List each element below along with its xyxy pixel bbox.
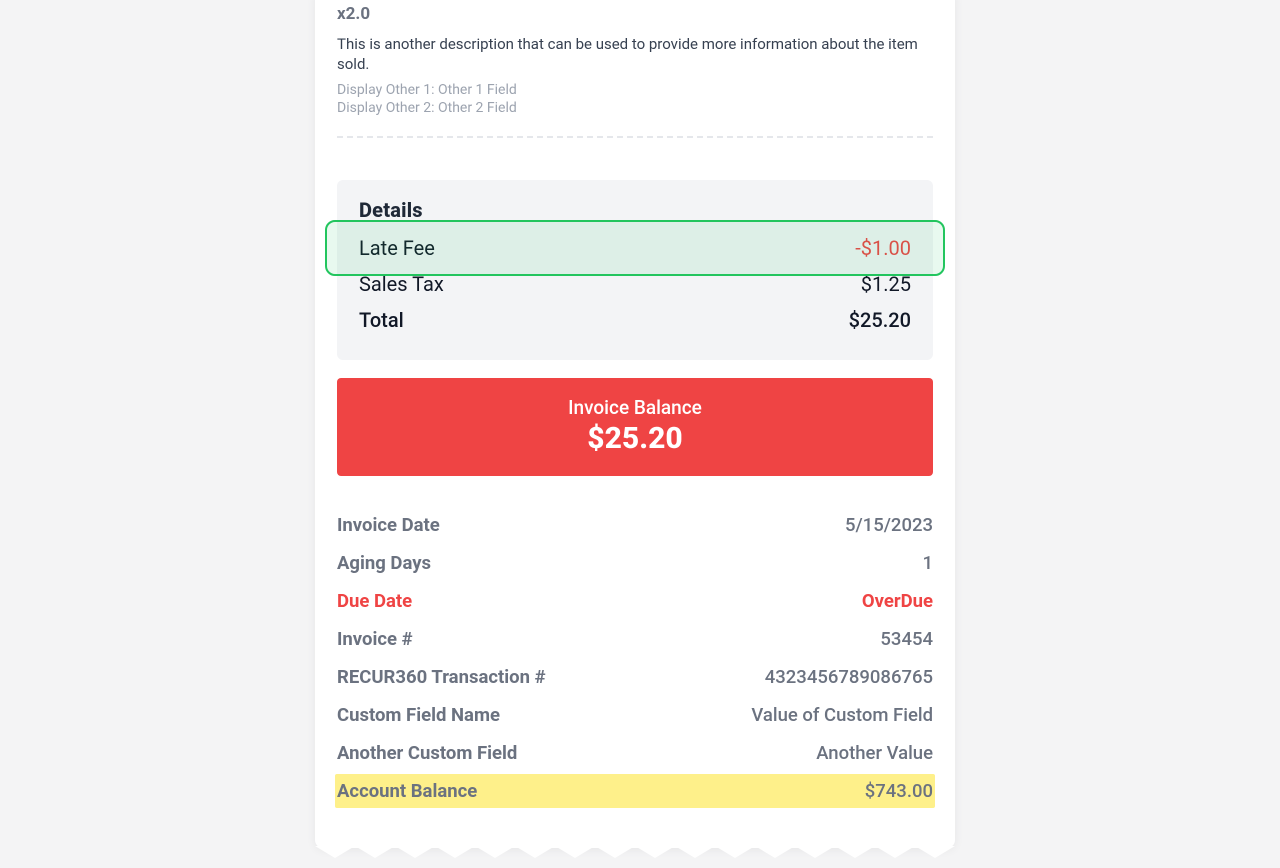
custom-field-1-value: Value of Custom Field	[751, 704, 933, 726]
item-section: x2.0 This is another description that ca…	[315, 4, 955, 138]
divider-dashed	[337, 136, 933, 138]
sales-tax-label: Sales Tax	[359, 272, 444, 296]
custom-field-2-label: Another Custom Field	[337, 742, 517, 764]
row-transaction-number: RECUR360 Transaction # 4323456789086765	[337, 658, 933, 696]
row-total: Total $25.20	[359, 302, 911, 338]
item-other-1: Display Other 1: Other 1 Field	[337, 81, 933, 100]
sales-tax-value: $1.25	[861, 272, 911, 296]
row-due-date: Due Date OverDue	[337, 582, 933, 620]
invoice-date-label: Invoice Date	[337, 514, 440, 536]
details-title: Details	[359, 198, 911, 222]
late-fee-label: Late Fee	[359, 236, 435, 260]
row-account-balance: Account Balance $743.00	[335, 774, 935, 808]
invoice-balance-label: Invoice Balance	[347, 396, 923, 419]
total-value: $25.20	[849, 308, 911, 332]
row-invoice-number: Invoice # 53454	[337, 620, 933, 658]
row-custom-field-2: Another Custom Field Another Value	[337, 734, 933, 772]
invoice-card: x2.0 This is another description that ca…	[315, 0, 955, 848]
details-box: Details Late Fee -$1.00 Sales Tax $1.25 …	[337, 180, 933, 360]
due-date-value: OverDue	[862, 590, 933, 612]
aging-days-value: 1	[922, 552, 933, 574]
row-aging-days: Aging Days 1	[337, 544, 933, 582]
transaction-number-value: 4323456789086765	[765, 666, 933, 688]
receipt-edge-icon	[315, 846, 955, 868]
invoice-balance-banner: Invoice Balance $25.20	[337, 378, 933, 476]
account-balance-value: $743.00	[865, 780, 933, 802]
meta-section: Invoice Date 5/15/2023 Aging Days 1 Due …	[337, 506, 933, 808]
late-fee-value: -$1.00	[855, 236, 911, 260]
custom-field-1-label: Custom Field Name	[337, 704, 500, 726]
item-other-2: Display Other 2: Other 2 Field	[337, 99, 933, 118]
aging-days-label: Aging Days	[337, 552, 431, 574]
row-sales-tax: Sales Tax $1.25	[359, 266, 911, 302]
custom-field-2-value: Another Value	[816, 742, 933, 764]
due-date-label: Due Date	[337, 590, 412, 612]
row-invoice-date: Invoice Date 5/15/2023	[337, 506, 933, 544]
invoice-date-value: 5/15/2023	[845, 514, 933, 536]
total-label: Total	[359, 308, 404, 332]
account-balance-label: Account Balance	[337, 780, 477, 802]
item-description: This is another description that can be …	[337, 34, 933, 75]
invoice-number-value: 53454	[880, 628, 933, 650]
transaction-number-label: RECUR360 Transaction #	[337, 666, 546, 688]
invoice-balance-amount: $25.20	[347, 421, 923, 456]
invoice-number-label: Invoice #	[337, 628, 413, 650]
row-late-fee: Late Fee -$1.00	[359, 230, 911, 266]
item-quantity: x2.0	[337, 4, 933, 24]
row-custom-field-1: Custom Field Name Value of Custom Field	[337, 696, 933, 734]
